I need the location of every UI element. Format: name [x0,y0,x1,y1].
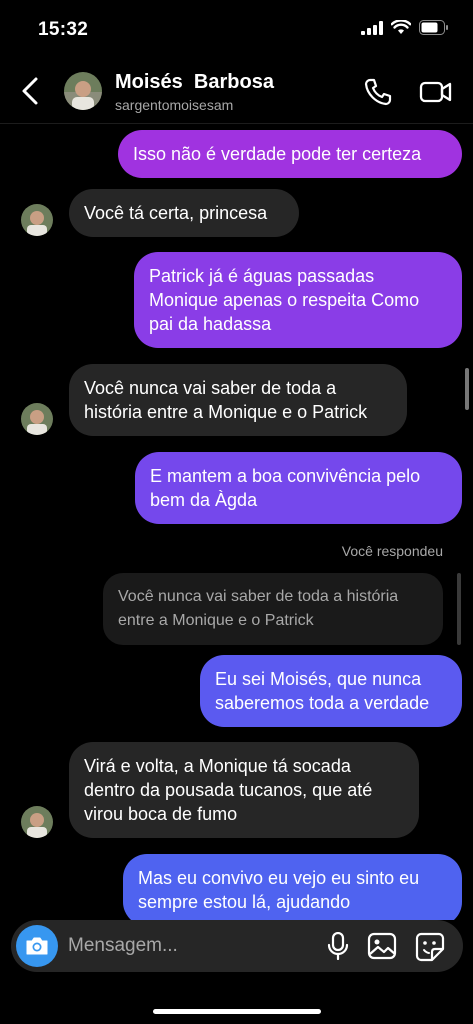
sticker-icon[interactable] [415,932,445,962]
message-text: Mas eu convivo eu vejo eu sinto eu sempr… [138,868,420,912]
home-indicator[interactable] [153,1009,321,1014]
message-thread[interactable]: Isso não é verdade pode ter certeza Você… [0,124,473,920]
sender-avatar[interactable] [21,204,53,236]
message-text: Patrick já é águas passadas Monique apen… [149,266,420,334]
contact-avatar[interactable] [64,72,102,110]
message-text: Eu sei Moisés, que nunca saberemos toda … [215,669,430,713]
phone-icon[interactable] [363,77,393,107]
battery-icon [419,20,448,35]
sender-avatar[interactable] [21,403,53,435]
quoted-text: Você nunca vai saber de toda a história … [118,588,399,629]
camera-icon [26,937,48,955]
message-out[interactable]: Eu sei Moisés, que nunca saberemos toda … [200,655,462,727]
contact-name[interactable]: Moisés Barbosa [115,71,274,94]
status-time: 15:32 [38,19,89,40]
scroll-indicator[interactable] [465,368,469,410]
message-text: Isso não é verdade pode ter certeza [133,144,422,164]
message-out[interactable]: Patrick já é águas passadas Monique apen… [134,252,462,348]
message-out[interactable]: E mantem a boa convivência pelo bem da À… [135,452,462,524]
chat-header: Moisés Barbosa sargentomoisesam [0,62,473,124]
message-text: Você tá certa, princesa [84,203,268,223]
gallery-icon[interactable] [367,932,397,960]
message-text: Virá e volta, a Monique tá socada dentro… [84,756,373,824]
sender-avatar[interactable] [21,806,53,838]
contact-username[interactable]: sargentomoisesam [115,97,233,113]
status-icons [361,20,449,35]
status-bar: 15:32 [0,0,473,60]
message-in[interactable]: Virá e volta, a Monique tá socada dentro… [69,742,419,838]
quote-bar [457,573,461,645]
signal-icon [361,20,383,35]
reply-label: Você respondeu [341,543,443,559]
message-text: E mantem a boa convivência pelo bem da À… [150,466,421,510]
camera-button[interactable] [16,925,58,967]
wifi-icon [391,20,411,34]
message-text: Você nunca vai saber de toda a história … [84,378,368,422]
back-arrow-icon[interactable] [18,76,44,106]
message-composer[interactable]: Mensagem... [11,920,463,972]
message-out[interactable]: Mas eu convivo eu vejo eu sinto eu sempr… [123,854,462,920]
message-input[interactable]: Mensagem... [68,935,178,957]
message-out[interactable]: Isso não é verdade pode ter certeza [118,130,462,178]
microphone-icon[interactable] [325,932,351,960]
message-in[interactable]: Você nunca vai saber de toda a história … [69,364,407,436]
video-call-icon[interactable] [419,77,453,107]
quoted-message[interactable]: Você nunca vai saber de toda a história … [103,573,443,645]
message-in[interactable]: Você tá certa, princesa [69,189,299,237]
